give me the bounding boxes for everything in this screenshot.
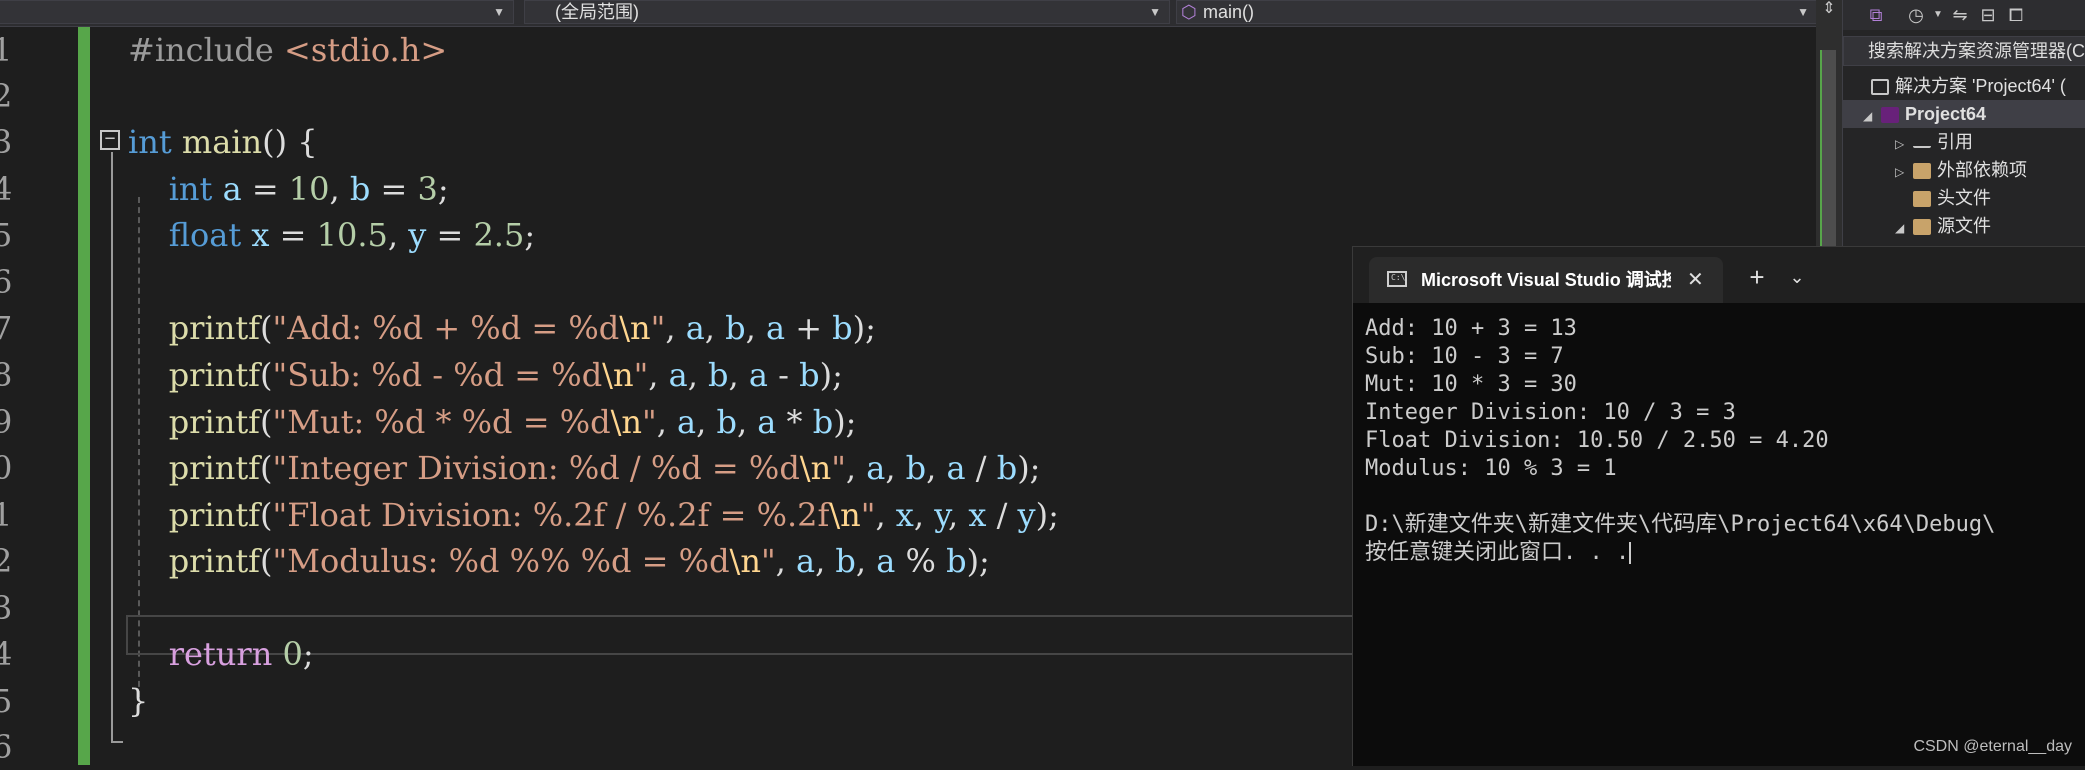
tree-item-label: 头文件	[1937, 188, 1991, 208]
line-number: 6	[0, 728, 13, 766]
line-number: 0	[0, 449, 13, 487]
console-tab[interactable]: C:\ Microsoft Visual Studio 调试控制台 ✕	[1369, 257, 1723, 303]
collapse-toggle[interactable]: −	[100, 130, 120, 150]
line-number: 5	[0, 682, 13, 720]
console-line: Integer Division: 10 / 3 = 3	[1365, 400, 1736, 425]
tree-item-solution[interactable]: 解决方案 'Project64' (	[1871, 72, 2066, 100]
tree-item-external-dependencies[interactable]: ▷ 外部依赖项	[1895, 156, 2027, 184]
filter-folder-icon	[1913, 219, 1931, 236]
line-number: 1	[0, 31, 13, 69]
console-line: Modulus: 10 % 3 = 1	[1365, 456, 1617, 481]
code-line: printf("Float Division: %.2f / %.2f = %.…	[168, 496, 1059, 534]
tree-item-label: 源文件	[1937, 216, 1991, 236]
console-tab-title: Microsoft Visual Studio 调试控制台	[1421, 270, 1671, 290]
code-line: printf("Mut: %d * %d = %d\n", a, b, a * …	[168, 403, 857, 441]
solution-search-input[interactable]: 搜索解决方案资源管理器(C	[1843, 36, 2085, 66]
tree-item-project[interactable]: ◢ Project64	[1843, 100, 2085, 128]
line-number: 3	[0, 589, 13, 627]
line-number: 3	[0, 123, 13, 161]
tree-item-label: 引用	[1937, 132, 1973, 152]
scrollbar-thumb[interactable]	[1822, 50, 1836, 250]
chevron-down-icon: ▼	[1797, 5, 1809, 19]
function-dropdown[interactable]: ⬡ main() ▼	[1176, 0, 1818, 24]
line-number: 7	[0, 309, 13, 347]
expanded-arrow-icon[interactable]: ◢	[1863, 102, 1881, 130]
line-number: 9	[0, 403, 13, 441]
solution-explorer-toolbar: ⧉ ◷ ▼ ⇋ ⊟ ⧠	[1843, 0, 2085, 30]
code-line: int main() {	[128, 123, 318, 161]
code-line: #include <stdio.h>	[128, 31, 448, 69]
console-line-last: 按任意键关闭此窗口. . .	[1365, 539, 2085, 567]
console-line: Mut: 10 * 3 = 30	[1365, 372, 1577, 397]
expanded-arrow-icon[interactable]: ◢	[1895, 214, 1913, 242]
new-tab-button[interactable]: +	[1737, 257, 1777, 297]
navigation-bar: ▼ (全局范围) ▼ ⬡ main() ▼	[0, 0, 1842, 27]
tree-item-label: 外部依赖项	[1937, 160, 2027, 180]
console-output: Add: 10 + 3 = 13 Sub: 10 - 3 = 7 Mut: 10…	[1365, 315, 2085, 567]
tree-item-source-files[interactable]: ◢ 源文件	[1895, 212, 1991, 240]
console-line: Sub: 10 - 3 = 7	[1365, 344, 1564, 369]
code-line: }	[128, 682, 149, 720]
line-number: 4	[0, 635, 13, 673]
close-icon[interactable]: ✕	[1687, 257, 1704, 303]
chevron-down-icon: ▼	[1149, 5, 1161, 19]
watermark: CSDN @eternal__day	[1913, 738, 2072, 755]
code-line: return 0;	[168, 635, 314, 673]
filter-folder-icon	[1913, 191, 1931, 208]
line-number: 8	[0, 356, 13, 394]
tree-item-label: 解决方案 'Project64' (	[1895, 76, 2066, 96]
split-editor-icon[interactable]: ⇕	[1820, 0, 1838, 18]
chevron-down-icon: ▼	[493, 5, 505, 19]
sync-icon[interactable]: ⇋	[1947, 2, 1973, 28]
console-line: 按任意键关闭此窗口. . .	[1365, 540, 1630, 565]
tree-item-references[interactable]: ▷ 引用	[1895, 128, 1973, 156]
collapse-all-icon[interactable]: ⊟	[1975, 2, 2001, 28]
code-line: printf("Add: %d + %d = %d\n", a, b, a + …	[168, 309, 876, 347]
code-line: int a = 10, b = 3;	[168, 170, 449, 208]
line-number: 6	[0, 263, 13, 301]
line-number: 2	[0, 542, 13, 580]
console-line: Add: 10 + 3 = 13	[1365, 316, 1577, 341]
console-line: Float Division: 10.50 / 2.50 = 4.20	[1365, 428, 1829, 453]
solution-icon	[1871, 79, 1889, 96]
text-cursor	[1629, 542, 1632, 564]
line-number-gutter: 1 2 3 4 5 6 7 8 9 0 1 2 3 4 5 6	[0, 27, 20, 766]
folder-icon	[1913, 163, 1931, 180]
collapsed-arrow-icon[interactable]: ▷	[1895, 158, 1913, 186]
line-number: 5	[0, 216, 13, 254]
console-tab-bar: C:\ Microsoft Visual Studio 调试控制台 ✕ + ⌄	[1353, 247, 2085, 303]
tab-dropdown-button[interactable]: ⌄	[1777, 257, 1817, 297]
fold-region-line	[111, 152, 113, 742]
vs-solution-icon[interactable]: ⧉	[1863, 2, 1889, 28]
function-dropdown-label: main()	[1203, 2, 1255, 22]
project-dropdown[interactable]: ▼	[0, 0, 514, 24]
change-tracking-bar	[78, 27, 90, 765]
project-icon	[1881, 107, 1899, 124]
debug-console-window: C:\ Microsoft Visual Studio 调试控制台 ✕ + ⌄ …	[1352, 246, 2085, 766]
references-icon	[1913, 138, 1931, 149]
console-line: D:\新建文件夹\新建文件夹\代码库\Project64\x64\Debug\	[1365, 512, 1996, 537]
tree-item-label: Project64	[1905, 104, 1987, 124]
code-line: printf("Sub: %d - %d = %d\n", a, b, a - …	[168, 356, 843, 394]
scope-dropdown-label: (全局范围)	[555, 2, 639, 22]
collapsed-arrow-icon[interactable]: ▷	[1895, 130, 1913, 158]
code-line: float x = 10.5, y = 2.5;	[168, 216, 536, 254]
show-all-files-icon[interactable]: ⧠	[2003, 2, 2029, 28]
line-number: 4	[0, 170, 13, 208]
fold-region-end	[111, 741, 123, 743]
line-number: 1	[0, 496, 13, 534]
line-number: 2	[0, 77, 13, 115]
terminal-icon: C:\	[1387, 271, 1407, 287]
tree-item-header-files[interactable]: 头文件	[1913, 184, 1991, 212]
scope-dropdown[interactable]: (全局范围) ▼	[524, 0, 1170, 24]
cube-icon: ⬡	[1181, 2, 1197, 22]
code-line: printf("Modulus: %d %% %d = %d\n", a, b,…	[168, 542, 990, 580]
code-line: printf("Integer Division: %d / %d = %d\n…	[168, 449, 1041, 487]
